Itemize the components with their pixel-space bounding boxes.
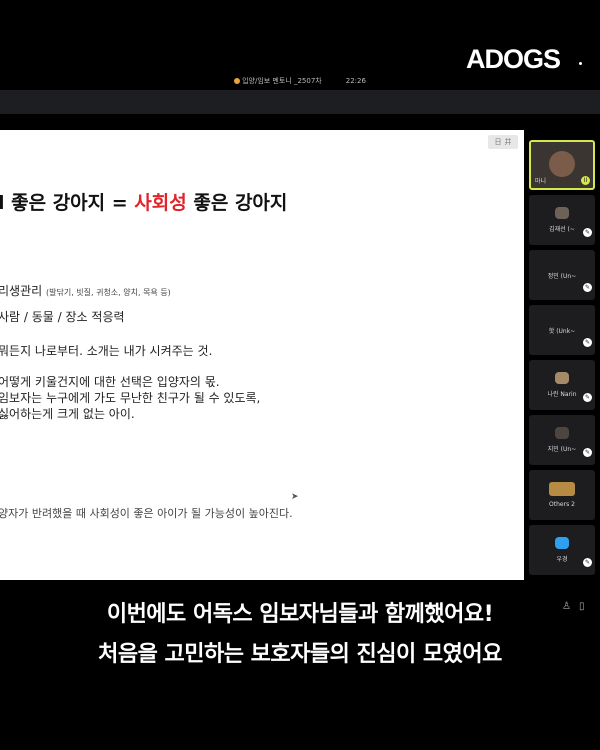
participant-name: 핫 (Unk~ xyxy=(548,327,576,335)
slide-line-foster-role: 임보자는 누구에게 가도 무난한 친구가 될 수 있도록, xyxy=(0,391,261,405)
participant-tile[interactable]: 지민 (Un~ ✎ xyxy=(529,415,595,465)
host-video xyxy=(549,151,575,177)
participant-tile[interactable]: 나린 Narin ✎ xyxy=(529,360,595,410)
participant-tile[interactable]: 우경 ✎ xyxy=(529,525,595,575)
slide-line-adaptation: 사람 / 동물 / 장소 적응력 xyxy=(0,310,125,324)
slide-line-introduction: 뭐든지 나로부터. 소개는 내가 시켜주는 것. xyxy=(0,344,213,358)
mic-muted-icon: ✎ xyxy=(583,448,592,457)
slide-title: l 좋은 강아지 = 사회성 좋은 강아지 xyxy=(0,192,288,214)
slide-line-hygiene-note: (발닦기, 빗질, 귀청소, 양치, 목욕 등) xyxy=(46,288,171,297)
participant-name: 정민 (Un~ xyxy=(547,272,577,280)
mouse-cursor-icon: ➤ xyxy=(291,492,299,502)
view-toggle-icon[interactable]: 日 xyxy=(495,137,502,147)
caption-line-1: 이번에도 어독스 임보자님들과 함께했어요! xyxy=(106,602,494,627)
participant-tile[interactable]: 김재선 (~ ✎ xyxy=(529,195,595,245)
slide-line-easygoing: 싫어하는게 크게 없는 아이. xyxy=(0,407,135,421)
meeting-title-bar: 입양/임보 멘토니 _2507차 22:26 xyxy=(0,74,600,88)
slide-view-controls[interactable]: 日 井 xyxy=(488,135,518,149)
group-avatar xyxy=(549,482,575,496)
meeting-toolbar xyxy=(0,90,600,114)
mic-muted-icon: ✎ xyxy=(583,393,592,402)
participant-name: 우경 xyxy=(556,556,568,563)
meeting-icon xyxy=(234,78,241,84)
participant-panel: 마니 II 김재선 (~ ✎ 정민 (Un~ ✎ 핫 (Unk~ ✎ 나린 Na… xyxy=(529,140,595,580)
slide-line-hygiene: 리생관리 (발닦기, 빗질, 귀청소, 양치, 목욕 등) xyxy=(0,284,171,298)
avatar xyxy=(555,207,569,219)
participant-name: 마니 xyxy=(535,178,547,185)
shared-slide: 日 井 l 좋은 강아지 = 사회성 좋은 강아지 리생관리 (발닦기, 빗질,… xyxy=(0,130,524,580)
caption-line-2: 처음을 고민하는 보호자들의 진심이 모였어요 xyxy=(98,642,502,667)
slide-title-highlight: 사회성 xyxy=(134,192,187,214)
slide-footer-line: 양자가 반려했을 때 사회성이 좋은 아이가 될 가능성이 높아진다. xyxy=(0,507,293,520)
participant-name: 나린 Narin xyxy=(547,391,577,398)
mic-muted-icon: ✎ xyxy=(583,558,592,567)
adogs-logo: ADOGS xyxy=(465,44,561,74)
participant-name: Others 2 xyxy=(549,501,575,508)
meeting-title: 입양/임보 멘토니 _2507차 xyxy=(234,76,322,86)
participant-name: 김재선 (~ xyxy=(549,226,575,233)
mic-active-icon: II xyxy=(581,176,590,185)
participant-tile-others[interactable]: Others 2 xyxy=(529,470,595,520)
mic-muted-icon: ✎ xyxy=(583,228,592,237)
participant-name: 지민 (Un~ xyxy=(547,446,577,453)
logo-dot xyxy=(579,62,582,65)
avatar xyxy=(555,427,569,439)
participant-tile-host[interactable]: 마니 II xyxy=(529,140,595,190)
mic-muted-icon: ✎ xyxy=(583,283,592,292)
slide-line-adopter-choice: 어떻게 키울건지에 대한 선택은 입양자의 몫. xyxy=(0,375,220,389)
avatar xyxy=(555,372,569,384)
mic-muted-icon: ✎ xyxy=(583,338,592,347)
participant-tile[interactable]: 핫 (Unk~ ✎ xyxy=(529,305,595,355)
grid-icon[interactable]: 井 xyxy=(505,137,512,147)
avatar xyxy=(555,537,569,549)
meeting-time: 22:26 xyxy=(345,77,366,85)
participant-tile[interactable]: 정민 (Un~ ✎ xyxy=(529,250,595,300)
